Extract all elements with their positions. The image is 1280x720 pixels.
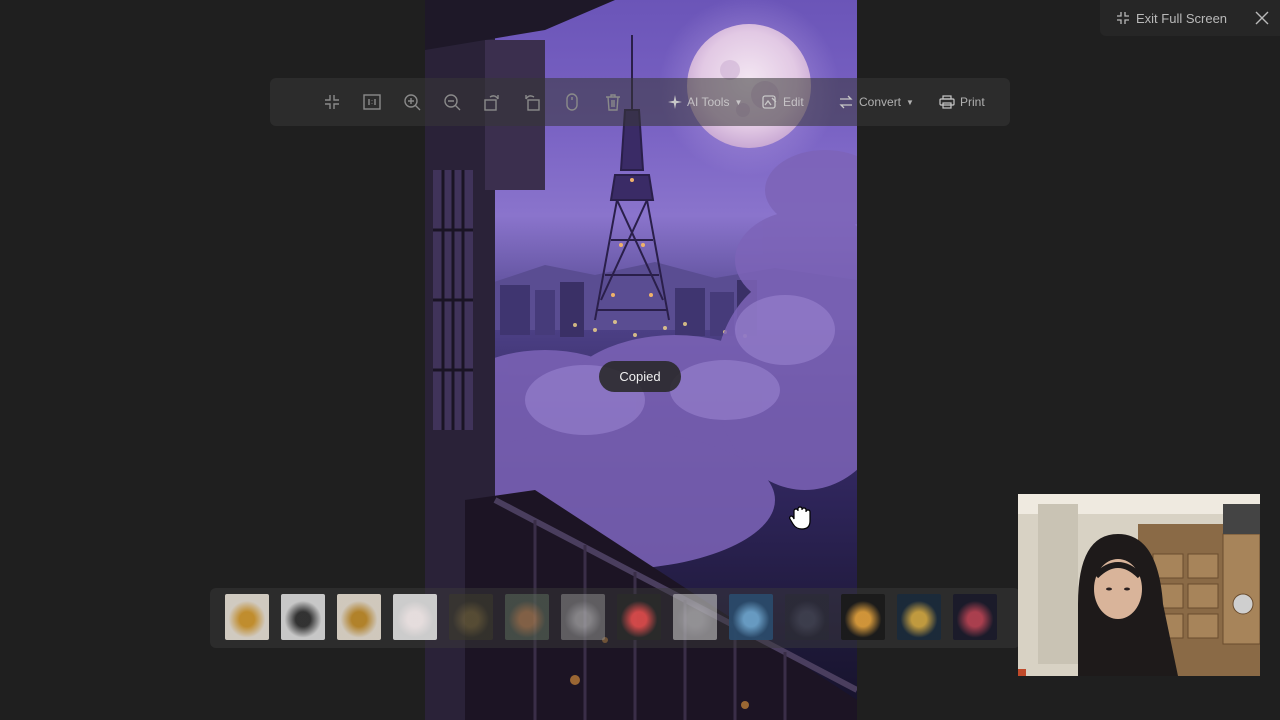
thumbnail-bunny[interactable] bbox=[393, 594, 437, 640]
exit-fullscreen-button[interactable]: Exit Full Screen bbox=[1100, 0, 1280, 36]
hand-cursor-icon bbox=[789, 506, 811, 530]
convert-label: Convert bbox=[859, 95, 902, 109]
thumbnail-giraffe[interactable] bbox=[225, 594, 269, 640]
viewer-stage: Exit Full Screen AI Tools ▼ Edit Convert… bbox=[0, 0, 1280, 720]
thumbnail-giraffe-2[interactable] bbox=[337, 594, 381, 640]
convert-button[interactable]: Convert ▼ bbox=[838, 93, 914, 111]
actual-size-icon[interactable] bbox=[362, 92, 382, 112]
thumbnail-sparkle[interactable] bbox=[561, 594, 605, 640]
convert-icon bbox=[839, 95, 853, 109]
zoom-out-icon[interactable] bbox=[442, 92, 462, 112]
thumbnail-path[interactable] bbox=[505, 594, 549, 640]
sparkle-icon bbox=[668, 95, 682, 109]
close-icon[interactable] bbox=[1254, 10, 1270, 26]
thumbnail-fireflies[interactable] bbox=[841, 594, 885, 640]
ai-tools-label: AI Tools bbox=[687, 95, 730, 109]
thumbnail-stars[interactable] bbox=[897, 594, 941, 640]
exit-fullscreen-label: Exit Full Screen bbox=[1136, 10, 1228, 26]
viewer-toolbar: AI Tools ▼ Edit Convert ▼ Print bbox=[270, 78, 1010, 126]
edit-label: Edit bbox=[783, 95, 804, 109]
rotate-left-icon[interactable] bbox=[482, 92, 502, 112]
collapse-icon bbox=[1117, 12, 1129, 24]
printer-icon bbox=[939, 95, 955, 109]
collapse-icon[interactable] bbox=[322, 92, 342, 112]
image-edit-icon bbox=[762, 95, 777, 109]
thumbnail-light[interactable] bbox=[673, 594, 717, 640]
thumbnail-strip bbox=[210, 588, 1020, 648]
toast-message: Copied bbox=[619, 369, 661, 384]
copied-toast: Copied bbox=[599, 361, 681, 392]
rotate-right-icon[interactable] bbox=[522, 92, 542, 112]
delete-icon[interactable] bbox=[603, 92, 623, 112]
zoom-in-icon[interactable] bbox=[402, 92, 422, 112]
print-label: Print bbox=[960, 95, 985, 109]
thumbnail-circles[interactable] bbox=[617, 594, 661, 640]
chevron-down-icon: ▼ bbox=[734, 97, 743, 107]
webcam-person-image bbox=[1018, 494, 1260, 676]
thumbnail-night[interactable] bbox=[785, 594, 829, 640]
thumbnail-forest[interactable] bbox=[449, 594, 493, 640]
edit-button[interactable]: Edit bbox=[762, 93, 804, 111]
ai-tools-button[interactable]: AI Tools ▼ bbox=[668, 93, 742, 111]
mouse-icon[interactable] bbox=[562, 92, 582, 112]
webcam-overlay bbox=[1018, 494, 1260, 676]
print-button[interactable]: Print bbox=[939, 93, 985, 111]
chevron-down-icon: ▼ bbox=[906, 97, 914, 107]
thumbnail-zebra[interactable] bbox=[281, 594, 325, 640]
thumbnail-nebula[interactable] bbox=[953, 594, 997, 640]
thumbnail-ocean[interactable] bbox=[729, 594, 773, 640]
